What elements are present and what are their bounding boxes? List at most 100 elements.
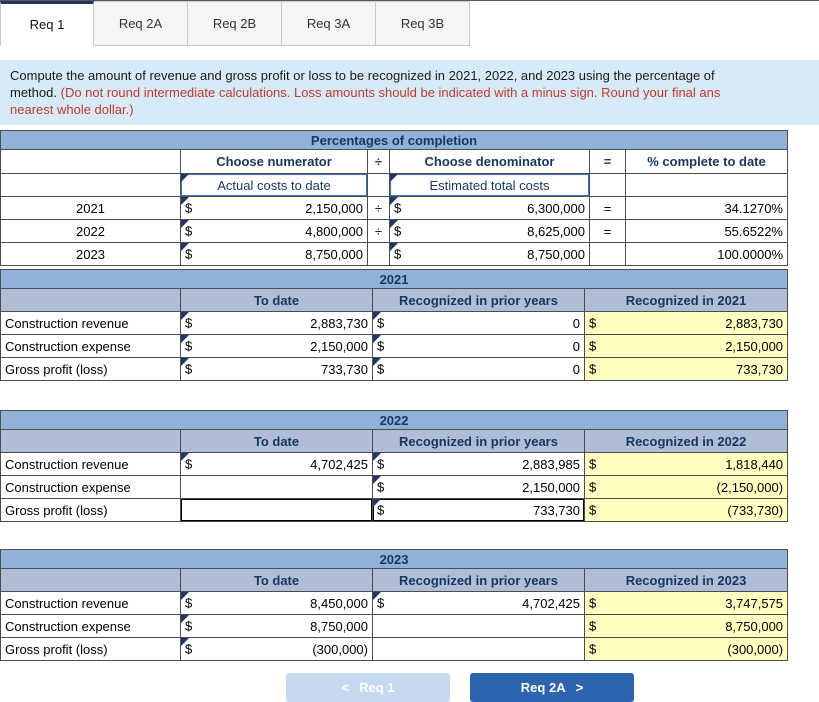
currency-symbol: $ <box>589 502 597 518</box>
to-date-input[interactable]: $2,150,000 <box>180 334 373 358</box>
tab-req-1[interactable]: Req 1 <box>0 1 94 46</box>
numerator-input[interactable]: $4,800,000 <box>180 219 368 243</box>
to-date-input[interactable]: $4,702,425 <box>180 452 373 476</box>
currency-symbol: $ <box>185 595 193 611</box>
section-title: 2023 <box>0 549 789 569</box>
col-header-recognized: Recognized in 2021 <box>583 288 789 312</box>
answer-marker-icon <box>181 174 189 182</box>
row-label: Construction expense <box>0 334 181 358</box>
prior-years-input[interactable]: $0 <box>372 357 585 381</box>
table-row: Construction revenue $4,702,425 $2,883,9… <box>0 452 789 476</box>
recognized-value-cell: $8,750,000 <box>583 614 789 638</box>
denominator-input[interactable]: $6,300,000 <box>389 196 590 220</box>
currency-symbol: $ <box>377 595 385 611</box>
table-row: Construction expense $8,750,000 $8,750,0… <box>0 614 789 638</box>
table-row: Gross profit (loss) $733,730 $0 $733,730 <box>0 357 789 381</box>
tab-label: Req 3B <box>400 16 445 31</box>
to-date-input[interactable]: $8,450,000 <box>180 591 373 615</box>
tab-label: Req 1 <box>29 17 65 32</box>
table-title: Percentages of completion <box>0 130 788 150</box>
currency-symbol: $ <box>589 479 597 495</box>
currency-symbol: $ <box>185 361 193 377</box>
year-2023-table: 2023 To date Recognized in prior years R… <box>0 549 789 661</box>
recognized-value-cell: $ (733,730) <box>583 498 789 522</box>
equals-sign: = <box>589 196 626 220</box>
tab-req-3b[interactable]: Req 3B <box>376 1 470 46</box>
currency-symbol: $ <box>185 641 193 657</box>
recognized-value-cell: $733,730 <box>583 357 789 381</box>
prior-years-input[interactable]: $0 <box>372 334 585 358</box>
prior-years-input[interactable]: $733,730 <box>372 498 585 522</box>
next-req-button[interactable]: Req 2A > <box>470 673 634 702</box>
col-header-to-date: To date <box>180 429 373 453</box>
denominator-select[interactable]: Estimated total costs <box>389 173 590 197</box>
prior-years-input[interactable]: $2,883,985 <box>372 452 585 476</box>
tab-req-2a[interactable]: Req 2A <box>94 1 188 46</box>
blank-cell <box>0 429 181 453</box>
blank-cell <box>0 173 181 197</box>
next-button-label: Req 2A <box>520 680 566 695</box>
numerator-input[interactable]: $2,150,000 <box>180 196 368 220</box>
table-row: Construction revenue $8,450,000 $4,702,4… <box>0 591 789 615</box>
prior-years-input[interactable]: $4,702,425 <box>372 591 585 615</box>
tab-label: Req 2B <box>212 16 257 31</box>
blank-cell <box>625 173 788 197</box>
pct-complete-value: 55.6522% <box>625 219 788 243</box>
to-date-input[interactable]: $8,750,000 <box>180 614 373 638</box>
col-header-recognized: Recognized in 2023 <box>583 568 789 592</box>
prev-req-button[interactable]: < Req 1 <box>286 673 450 702</box>
currency-symbol: $ <box>589 361 597 377</box>
recognized-value-cell: $1,818,440 <box>583 452 789 476</box>
denominator-input[interactable]: $8,750,000 <box>389 242 590 266</box>
row-label: Construction revenue <box>0 452 181 476</box>
tab-label: Req 3A <box>306 16 351 31</box>
recognized-value-cell: $ (300,000) <box>583 637 789 661</box>
col-header-prior-years: Recognized in prior years <box>372 568 585 592</box>
to-date-input[interactable]: $2,883,730 <box>180 311 373 335</box>
table-row: 2022 $4,800,000 ÷ $8,625,000 = 55.6522% <box>0 219 788 243</box>
currency-symbol: $ <box>377 361 385 377</box>
row-label: Construction revenue <box>0 311 181 335</box>
year-label: 2021 <box>0 196 181 220</box>
table-row: Gross profit (loss) $733,730 $ (733,730) <box>0 498 789 522</box>
row-label: Gross profit (loss) <box>0 357 181 381</box>
col-header-to-date: To date <box>180 568 373 592</box>
to-date-input[interactable]: $ (300,000) <box>180 637 373 661</box>
section-title: 2022 <box>0 410 789 430</box>
to-date-input[interactable] <box>180 475 373 499</box>
currency-symbol: $ <box>185 618 193 634</box>
pct-complete-value: 100.0000% <box>625 242 788 266</box>
blank-cell <box>0 149 181 174</box>
denominator-input[interactable]: $8,625,000 <box>389 219 590 243</box>
numerator-input[interactable]: $8,750,000 <box>180 242 368 266</box>
to-date-input[interactable]: $733,730 <box>180 357 373 381</box>
prior-years-input[interactable]: $2,150,000 <box>372 475 585 499</box>
year-2022-table: 2022 To date Recognized in prior years R… <box>0 410 789 522</box>
table-row: Construction revenue $2,883,730 $0 $2,88… <box>0 311 789 335</box>
recognized-value-cell: $ (2,150,000) <box>583 475 789 499</box>
prior-years-input[interactable] <box>372 637 585 661</box>
currency-symbol: $ <box>377 456 385 472</box>
col-header-numerator: Choose numerator <box>180 149 368 174</box>
tab-bar: Req 1 Req 2A Req 2B Req 3A Req 3B <box>0 1 819 46</box>
instruction-warning-text: (Do not round intermediate calculations.… <box>60 85 721 100</box>
tab-req-2b[interactable]: Req 2B <box>188 1 282 46</box>
currency-symbol: $ <box>185 456 193 472</box>
blank-cell <box>0 568 181 592</box>
blank-cell <box>589 173 626 197</box>
currency-symbol: $ <box>185 315 193 331</box>
prior-years-input[interactable]: $0 <box>372 311 585 335</box>
numerator-select[interactable]: Actual costs to date <box>180 173 368 197</box>
row-label: Construction expense <box>0 475 181 499</box>
currency-symbol: $ <box>589 338 597 354</box>
percentages-of-completion-table: Percentages of completion Choose numerat… <box>0 130 788 266</box>
recognized-value-cell: $3,747,575 <box>583 591 789 615</box>
currency-symbol: $ <box>185 200 193 216</box>
tab-req-3a[interactable]: Req 3A <box>282 1 376 46</box>
currency-symbol: $ <box>589 618 597 634</box>
to-date-input[interactable] <box>180 498 373 522</box>
prior-years-input[interactable] <box>372 614 585 638</box>
row-label: Gross profit (loss) <box>0 637 181 661</box>
row-label: Gross profit (loss) <box>0 498 181 522</box>
section-title: 2021 <box>0 269 789 289</box>
